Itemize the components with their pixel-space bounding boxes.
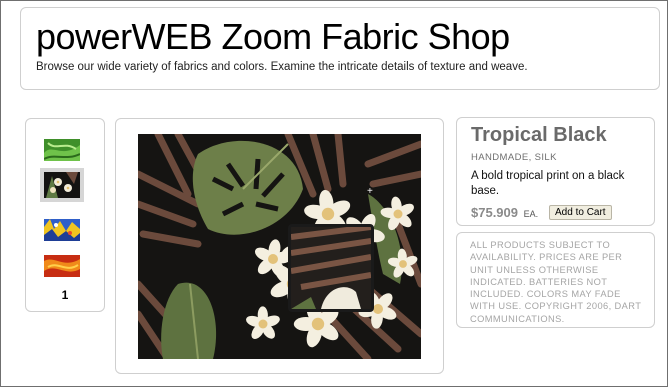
green-fabric-thumbnail[interactable] [44, 139, 80, 161]
price-unit: EA. [523, 209, 539, 219]
disclaimer-text: ALL PRODUCTS SUBJECT TO AVAILABILITY. PR… [470, 240, 642, 324]
price-value: $75.909 [471, 205, 518, 220]
orange-red-fabric-thumbnail[interactable] [44, 255, 80, 277]
tropical-black-fabric-image [44, 172, 80, 198]
add-to-cart-button[interactable]: Add to Cart [549, 205, 612, 220]
blue-yellow-fabric-thumbnail[interactable] [44, 219, 80, 241]
green-fabric-image [44, 139, 80, 161]
thumbnail-panel: 1 [25, 118, 105, 312]
product-meta: HANDMADE, SILK [471, 152, 557, 163]
product-name: Tropical Black [471, 124, 607, 146]
product-info-panel: Tropical Black HANDMADE, SILK A bold tro… [456, 117, 655, 226]
disclaimer-panel: ALL PRODUCTS SUBJECT TO AVAILABILITY. PR… [456, 232, 655, 328]
blue-yellow-fabric-image [44, 219, 80, 241]
fabric-main-image[interactable] [138, 134, 421, 359]
page-title: powerWEB Zoom Fabric Shop [36, 16, 510, 57]
product-description: A bold tropical print on a black base. [471, 170, 625, 197]
page-subtitle: Browse our wide variety of fabrics and c… [36, 61, 528, 73]
crosshair-icon[interactable]: + [367, 187, 376, 197]
tropical-black-fabric-thumbnail[interactable] [40, 168, 84, 202]
header-panel: powerWEB Zoom Fabric Shop Browse our wid… [20, 7, 660, 90]
zoom-lens[interactable] [288, 224, 374, 312]
page-number[interactable]: 1 [26, 288, 104, 302]
product-price: $75.909 EA. [471, 205, 538, 220]
app-window: powerWEB Zoom Fabric Shop Browse our wid… [0, 0, 668, 387]
tropical-fabric-artwork [138, 134, 421, 359]
zoomed-fabric-detail [291, 227, 371, 309]
main-image-panel [115, 118, 444, 374]
orange-red-fabric-image [44, 255, 80, 277]
